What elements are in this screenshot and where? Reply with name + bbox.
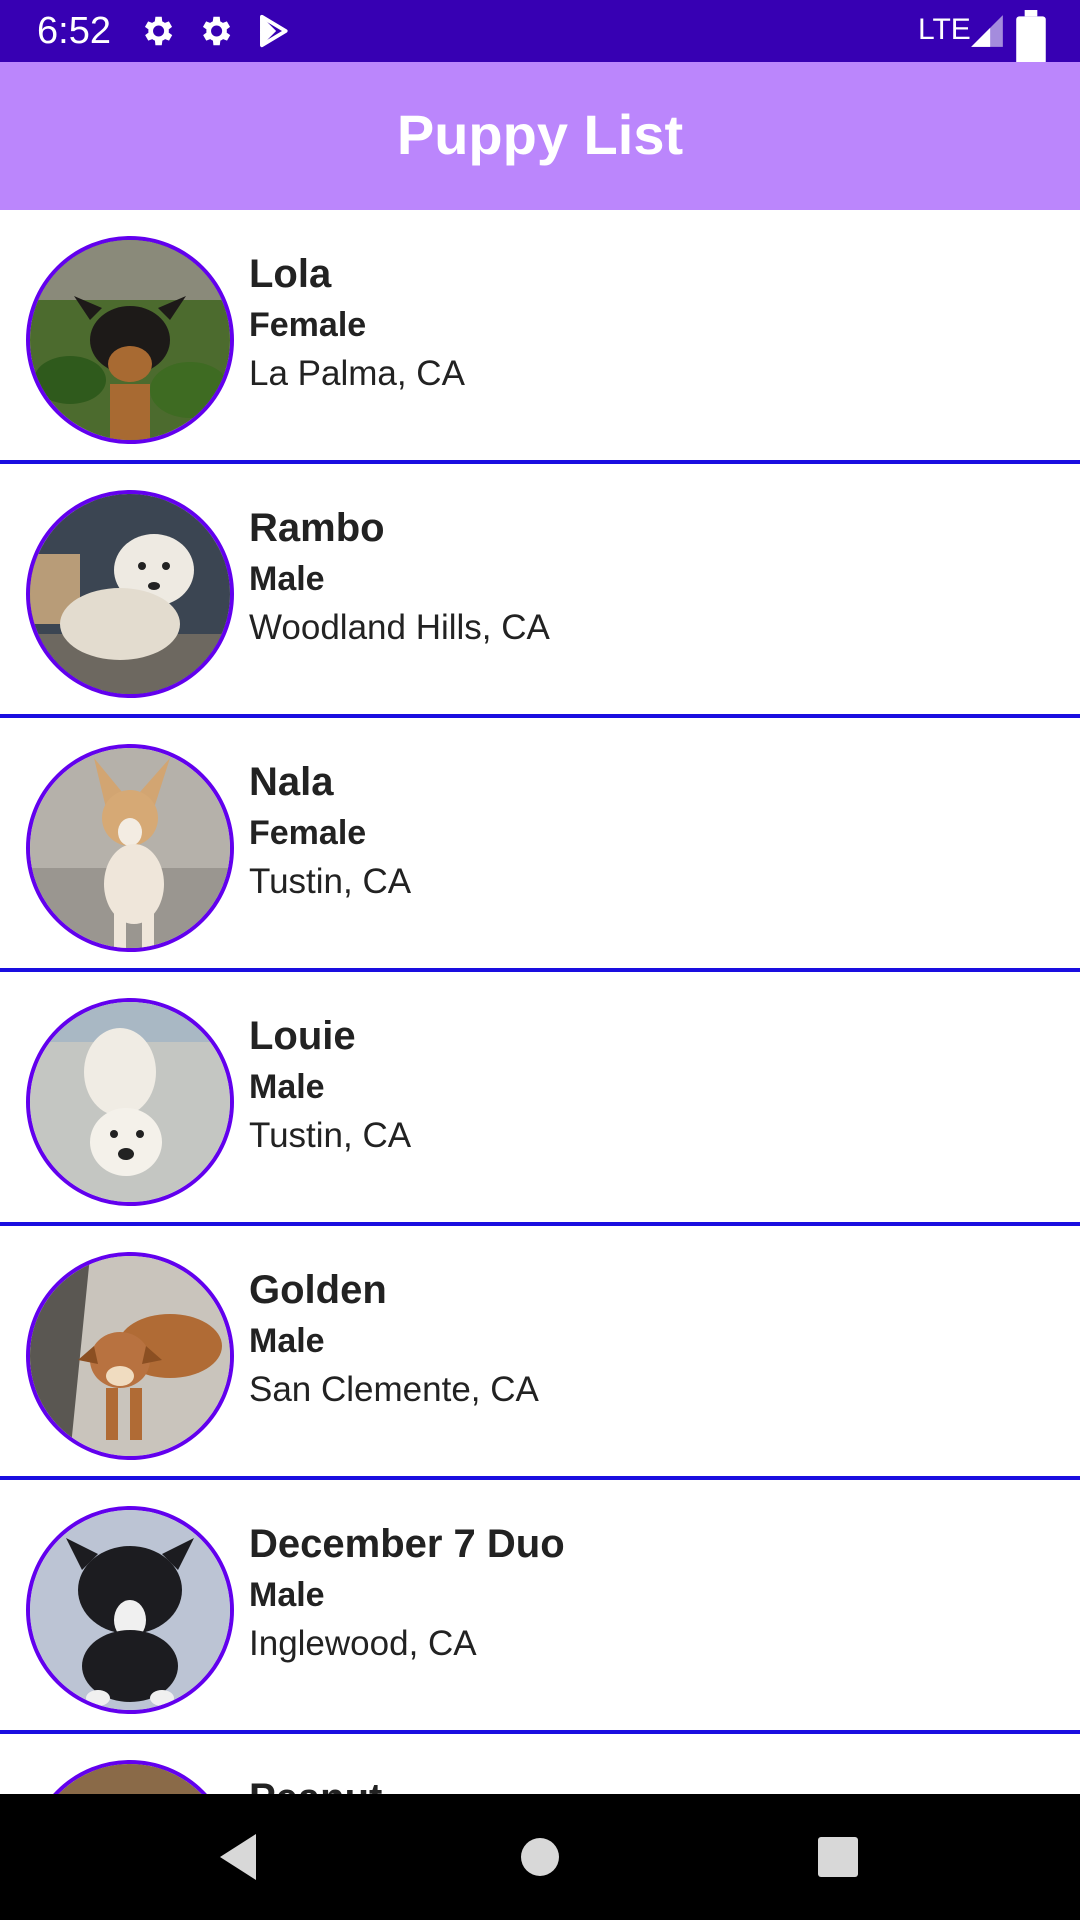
page-title: Puppy List: [396, 103, 684, 166]
puppy-location: Inglewood, CA: [249, 1624, 477, 1663]
puppy-sex: Male: [249, 1576, 325, 1614]
back-icon[interactable]: [178, 1794, 298, 1920]
puppy-avatar: [26, 1252, 234, 1460]
status-bar: 6:52 LTE: [0, 0, 1080, 74]
list-item[interactable]: Rambo Male Woodland Hills, CA: [0, 464, 1080, 718]
recents-icon[interactable]: [778, 1794, 898, 1920]
list-item[interactable]: Peanut: [0, 1734, 1080, 1794]
signal-icon: [968, 12, 1006, 50]
puppy-avatar: [26, 998, 234, 1206]
puppy-avatar: [26, 236, 234, 444]
list-item[interactable]: December 7 Duo Male Inglewood, CA: [0, 1480, 1080, 1734]
gear-icon: [196, 12, 234, 50]
puppy-list[interactable]: Lola Female La Palma, CA Rambo Male Wood…: [0, 210, 1080, 1794]
puppy-location: Tustin, CA: [249, 862, 412, 901]
puppy-name: Golden: [249, 1268, 387, 1312]
navigation-bar: [0, 1794, 1080, 1920]
list-item[interactable]: Golden Male San Clemente, CA: [0, 1226, 1080, 1480]
puppy-name: Louie: [249, 1014, 356, 1058]
home-icon[interactable]: [480, 1794, 600, 1920]
puppy-sex: Female: [249, 814, 367, 852]
puppy-name: Nala: [249, 760, 334, 804]
list-item[interactable]: Nala Female Tustin, CA: [0, 718, 1080, 972]
play-store-icon: [254, 12, 292, 50]
puppy-name: December 7 Duo: [249, 1522, 565, 1566]
puppy-avatar: [26, 744, 234, 952]
list-item[interactable]: Louie Male Tustin, CA: [0, 972, 1080, 1226]
puppy-sex: Female: [249, 306, 367, 344]
gear-icon: [138, 12, 176, 50]
puppy-avatar: [26, 490, 234, 698]
puppy-sex: Male: [249, 1068, 325, 1106]
puppy-sex: Male: [249, 560, 325, 598]
list-item[interactable]: Lola Female La Palma, CA: [0, 210, 1080, 464]
battery-icon: [1012, 10, 1050, 74]
puppy-location: Woodland Hills, CA: [249, 608, 550, 647]
app-bar: Puppy List: [0, 62, 1080, 210]
puppy-name: Peanut: [249, 1774, 382, 1794]
puppy-name: Rambo: [249, 506, 385, 550]
puppy-avatar: [26, 1506, 234, 1714]
puppy-location: Tustin, CA: [249, 1116, 412, 1155]
puppy-name: Lola: [249, 252, 332, 296]
puppy-location: San Clemente, CA: [249, 1370, 539, 1409]
puppy-location: La Palma, CA: [249, 354, 465, 393]
network-type: LTE: [918, 13, 971, 46]
puppy-sex: Male: [249, 1322, 325, 1360]
puppy-avatar: [26, 1760, 234, 1794]
status-time: 6:52: [37, 10, 111, 52]
